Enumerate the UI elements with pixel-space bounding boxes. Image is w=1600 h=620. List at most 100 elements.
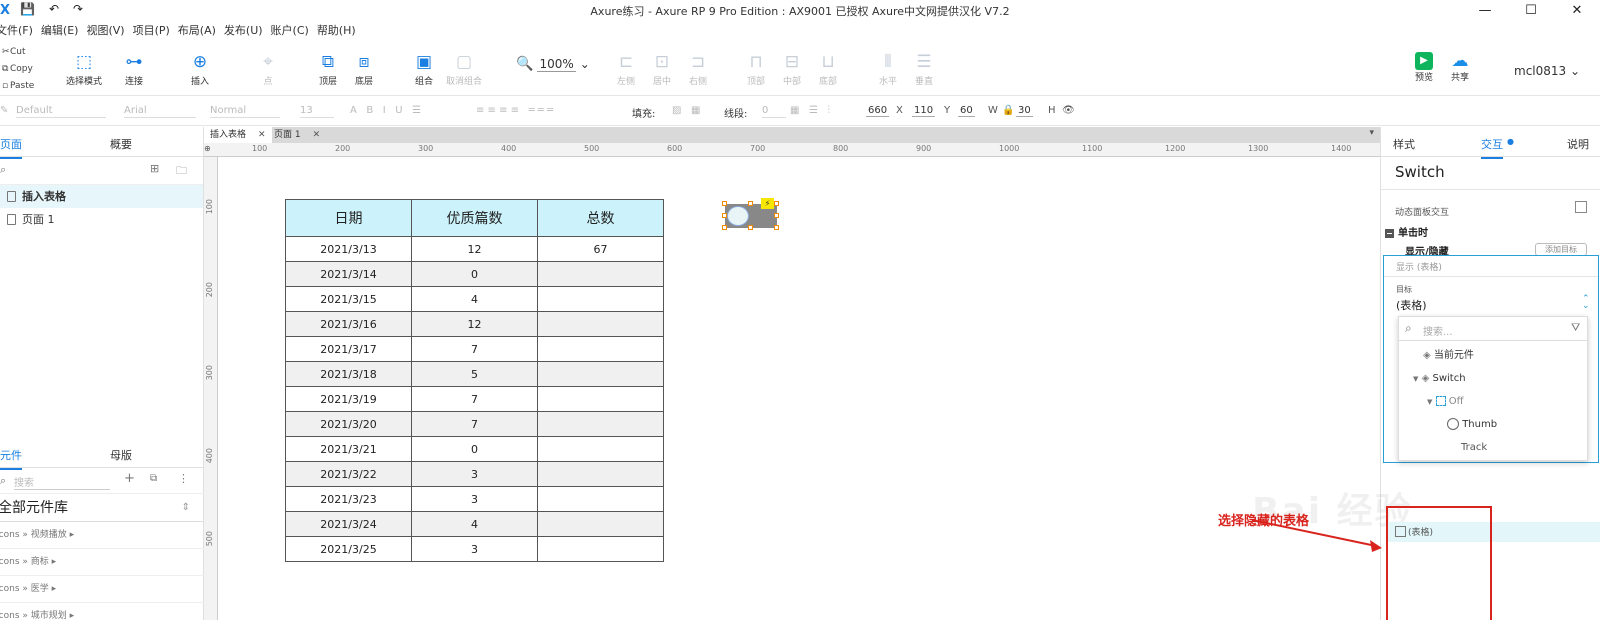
table-cell[interactable]: [537, 386, 664, 412]
library-item[interactable]: Icons » 医学 ▸: [0, 576, 204, 603]
table-cell[interactable]: 2021/3/13: [285, 236, 412, 262]
table-cell[interactable]: [537, 536, 664, 562]
caret-down-icon[interactable]: ▼: [1427, 398, 1432, 406]
event-onclick[interactable]: 单击时: [1385, 224, 1428, 239]
library-select[interactable]: 全部元件库 ⇕: [0, 494, 204, 522]
table-header-cell[interactable]: 日期: [285, 199, 412, 237]
tree-item-switch[interactable]: ▼ ◈ Switch: [1413, 368, 1466, 390]
table-cell[interactable]: 7: [411, 411, 538, 437]
minimize-button[interactable]: —: [1462, 0, 1508, 20]
tree-item-current-widget[interactable]: ◈ 当前元件: [1423, 345, 1474, 367]
share-button[interactable]: ☁ 共享: [1442, 52, 1478, 83]
align-bottom-button[interactable]: ⊔ 底部: [802, 50, 854, 87]
resize-handle[interactable]: [748, 201, 753, 206]
resize-handle[interactable]: [774, 225, 779, 230]
add-page-icon[interactable]: ⊞: [150, 162, 159, 175]
table-cell[interactable]: 67: [537, 236, 664, 262]
add-library-icon[interactable]: +: [124, 471, 135, 486]
close-tab-icon[interactable]: ✕: [258, 130, 266, 140]
tab-pages[interactable]: 页面: [0, 136, 22, 159]
table-cell[interactable]: 3: [411, 486, 538, 512]
connect-button[interactable]: ⊶ 连接: [108, 50, 160, 87]
tab-interactions[interactable]: 交互: [1481, 136, 1503, 159]
table-cell[interactable]: [537, 411, 664, 437]
table-cell[interactable]: 2021/3/21: [285, 436, 412, 462]
line-style-icons[interactable]: ▦ ☰ ⫶: [790, 105, 830, 116]
zoom-value[interactable]: 100%: [537, 57, 576, 72]
widget-name[interactable]: Switch: [1395, 163, 1445, 181]
paste-button[interactable]: ▫ Paste: [0, 78, 44, 95]
library-options-icon[interactable]: ⧉: [150, 473, 157, 484]
resize-handle[interactable]: [774, 213, 779, 218]
table-cell[interactable]: 3: [411, 536, 538, 562]
resize-handle[interactable]: [722, 201, 727, 206]
search-icon[interactable]: ⌕: [0, 163, 6, 177]
add-folder-icon[interactable]: 🗀: [176, 162, 187, 181]
table-cell[interactable]: 12: [411, 311, 538, 337]
page-item[interactable]: 插入表格: [0, 185, 203, 208]
font-size-select[interactable]: 13: [300, 105, 334, 118]
table-cell[interactable]: 2021/3/20: [285, 411, 412, 437]
tab-widgets[interactable]: 元件: [0, 447, 22, 470]
table-cell[interactable]: 3: [411, 461, 538, 487]
table-cell[interactable]: 2021/3/14: [285, 261, 412, 287]
caret-down-icon[interactable]: ▼: [1413, 375, 1418, 383]
lock-icon[interactable]: 🔒: [1002, 105, 1014, 116]
align-right-button[interactable]: ⊐ 右侧: [672, 50, 724, 87]
menu-account[interactable]: 账户(C): [271, 22, 317, 42]
menu-edit[interactable]: 编辑(E): [41, 22, 87, 42]
tree-item-thumb[interactable]: Thumb: [1447, 414, 1497, 436]
tab-outline[interactable]: 概要: [110, 136, 132, 152]
font-weight-select[interactable]: Normal: [210, 105, 280, 118]
insert-button[interactable]: ⊕ 插入: [174, 50, 226, 87]
table-cell[interactable]: 7: [411, 336, 538, 362]
dropdown-search-input[interactable]: 搜索...: [1423, 323, 1453, 338]
distribute-vertical-button[interactable]: ☰ 垂直: [898, 50, 950, 87]
table-cell[interactable]: 2021/3/18: [285, 361, 412, 387]
table-cell[interactable]: 2021/3/22: [285, 461, 412, 487]
table-cell[interactable]: 2021/3/25: [285, 536, 412, 562]
font-select[interactable]: Arial: [124, 105, 196, 118]
doc-tab-page-1[interactable]: 页面 1 ✕: [268, 127, 326, 143]
table-cell[interactable]: 2021/3/17: [285, 336, 412, 362]
table-cell[interactable]: 0: [411, 436, 538, 462]
table-header-cell[interactable]: 优质篇数: [411, 199, 538, 237]
library-item[interactable]: Icons » 城市规划 ▸: [0, 603, 204, 620]
style-select[interactable]: Default: [16, 105, 106, 118]
y-input[interactable]: 110: [912, 105, 936, 117]
switch-thumb[interactable]: [727, 206, 749, 226]
copy-button[interactable]: ⧉ Copy: [0, 61, 44, 78]
tabs-dropdown-icon[interactable]: ▾: [1369, 128, 1374, 138]
table-cell[interactable]: [537, 436, 664, 462]
chevron-updown-icon[interactable]: ⌃ ⌄: [1582, 295, 1590, 311]
resize-handle[interactable]: [748, 225, 753, 230]
point-button[interactable]: ⌖ 点: [242, 50, 294, 87]
table-cell[interactable]: 4: [411, 286, 538, 312]
preview-button[interactable]: ▶ 预览: [1406, 52, 1442, 83]
w-input[interactable]: 60: [958, 105, 975, 117]
menu-publish[interactable]: 发布(U): [224, 22, 271, 42]
eye-icon[interactable]: 👁: [1062, 105, 1075, 116]
table-cell[interactable]: 2021/3/16: [285, 311, 412, 337]
more-icon[interactable]: ⋮: [178, 472, 189, 485]
h-input[interactable]: 30: [1016, 105, 1033, 117]
doc-tab-insert-table[interactable]: 插入表格 ✕: [204, 127, 272, 143]
table-cell[interactable]: [537, 486, 664, 512]
table-header-cell[interactable]: 总数: [537, 199, 664, 237]
library-item[interactable]: Icons » 视频播放 ▸: [0, 522, 204, 549]
data-table[interactable]: 日期 优质篇数 总数 2021/3/13 12 67 2021/3/14 0 2021/3…: [285, 199, 664, 562]
target-select[interactable]: (表格): [1396, 297, 1427, 313]
tab-style[interactable]: 样式: [1393, 136, 1415, 152]
select-mode-button[interactable]: ⬚ 选择模式: [58, 50, 110, 87]
design-canvas[interactable]: 日期 优质篇数 总数 2021/3/13 12 67 2021/3/14 0 2021/3…: [218, 157, 1380, 620]
library-search-input[interactable]: 搜索: [14, 474, 110, 490]
fill-color-icon[interactable]: ▨ ▦: [672, 105, 700, 116]
resize-handle[interactable]: [722, 213, 727, 218]
table-cell[interactable]: 2021/3/19: [285, 386, 412, 412]
zoom-control[interactable]: 🔍 100% ⌄: [516, 56, 590, 72]
user-account-menu[interactable]: mcl0813 ⌄: [1514, 64, 1580, 78]
table-cell[interactable]: [537, 336, 664, 362]
table-cell[interactable]: 2021/3/24: [285, 511, 412, 537]
maximize-button[interactable]: ☐: [1508, 0, 1554, 20]
table-cell[interactable]: 12: [411, 236, 538, 262]
